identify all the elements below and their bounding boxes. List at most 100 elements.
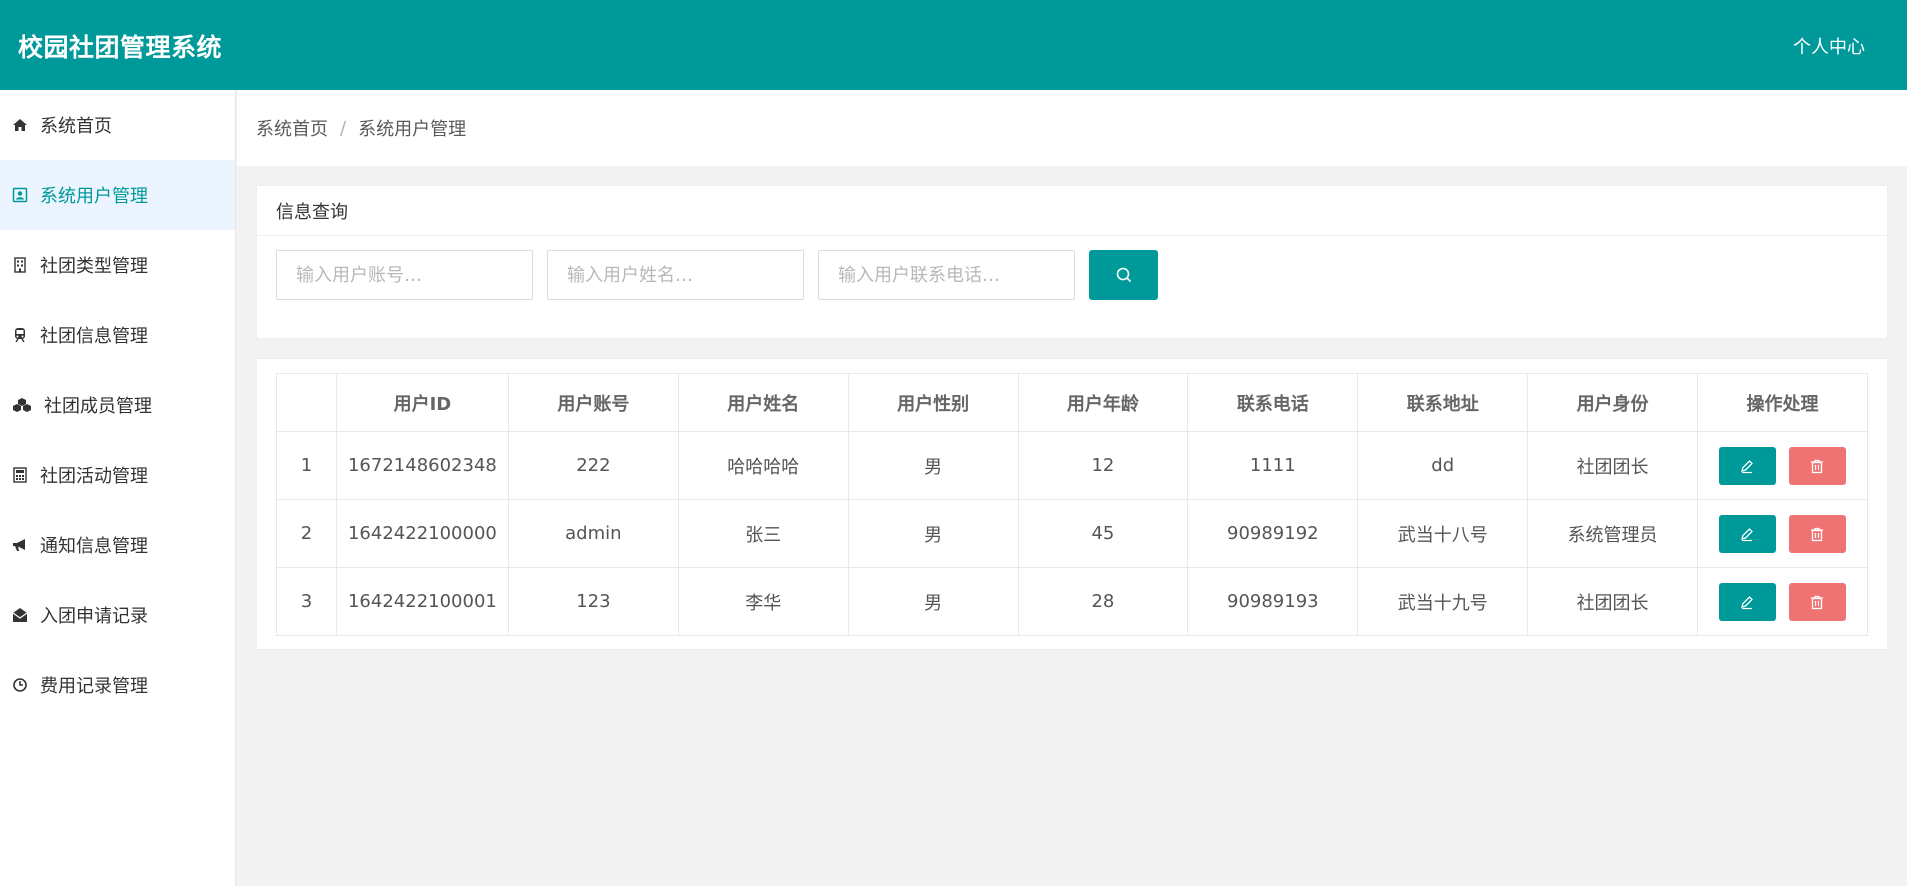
row-index: 3 [276, 567, 337, 636]
edit-icon [1741, 527, 1754, 541]
column-header [276, 373, 337, 432]
cell-name: 李华 [677, 567, 849, 636]
envelope-open-icon [12, 607, 28, 623]
cell-name: 哈哈哈哈 [677, 431, 849, 500]
cell-address: 武当十九号 [1357, 567, 1529, 636]
breadcrumb-separator: / [340, 117, 347, 139]
sidebar-item-club-type[interactable]: 社团类型管理 [0, 230, 235, 300]
cell-role: 社团团长 [1527, 431, 1698, 500]
edit-button[interactable] [1718, 514, 1776, 553]
train-icon [12, 327, 28, 343]
building-icon [12, 257, 28, 273]
cell-gender: 男 [847, 567, 1019, 636]
sidebar: 系统首页 系统用户管理 社团类型管理 社团信息管理 社团成员管理 社团活动管理 [0, 90, 236, 886]
cell-phone: 1111 [1187, 431, 1359, 500]
delete-button[interactable] [1788, 582, 1846, 621]
calculator-icon [12, 467, 28, 483]
sidebar-item-user-management[interactable]: 系统用户管理 [0, 160, 235, 230]
table-row: 2 1642422100000 admin 张三 男 45 90989192 武… [276, 499, 1869, 568]
name-search-input[interactable] [547, 250, 804, 300]
top-header: 校园社团管理系统 个人中心 [0, 0, 1907, 90]
home-icon [12, 117, 28, 133]
column-header: 用户性别 [847, 373, 1019, 432]
app-title: 校园社团管理系统 [18, 33, 223, 62]
breadcrumb: 系统首页 / 系统用户管理 [237, 90, 1907, 166]
sidebar-item-label: 系统用户管理 [40, 186, 148, 207]
search-button[interactable] [1089, 250, 1158, 300]
column-header: 用户账号 [507, 373, 679, 432]
cell-phone: 90989193 [1187, 567, 1359, 636]
sidebar-item-club-activities[interactable]: 社团活动管理 [0, 440, 235, 510]
row-index: 2 [276, 499, 337, 568]
table-row: 3 1642422100001 123 李华 男 28 90989193 武当十… [276, 567, 1869, 636]
cell-user-id: 1642422100000 [335, 499, 509, 568]
sidebar-item-label: 社团信息管理 [40, 326, 148, 347]
user-card-icon [12, 187, 28, 203]
cell-user-id: 1642422100001 [335, 567, 509, 636]
edit-icon [1741, 459, 1754, 473]
trash-icon [1811, 527, 1824, 541]
column-header: 操作处理 [1696, 373, 1869, 432]
cell-name: 张三 [677, 499, 849, 568]
user-center-link[interactable]: 个人中心 [1793, 33, 1865, 59]
cell-account: 123 [507, 567, 679, 636]
edit-button[interactable] [1718, 446, 1776, 485]
sidebar-item-label: 系统首页 [40, 116, 112, 137]
bullhorn-icon [12, 537, 28, 553]
column-header: 用户年龄 [1017, 373, 1189, 432]
cell-user-id: 1672148602348 [335, 431, 509, 500]
table-header-row: 用户ID 用户账号 用户姓名 用户性别 用户年龄 联系电话 联系地址 用户身份 … [276, 373, 1869, 432]
column-header: 用户ID [335, 373, 509, 432]
column-header: 用户身份 [1527, 373, 1698, 432]
sidebar-item-home[interactable]: 系统首页 [0, 90, 235, 160]
breadcrumb-current: 系统用户管理 [358, 119, 467, 140]
cell-role: 社团团长 [1527, 567, 1698, 636]
cell-gender: 男 [847, 431, 1019, 500]
sidebar-item-label: 社团类型管理 [40, 256, 148, 277]
sidebar-item-label: 通知信息管理 [40, 536, 148, 557]
phone-search-input[interactable] [818, 250, 1075, 300]
trash-icon [1811, 595, 1824, 609]
cell-age: 28 [1017, 567, 1189, 636]
search-panel: 信息查询 [256, 185, 1888, 339]
user-table: 用户ID 用户账号 用户姓名 用户性别 用户年龄 联系电话 联系地址 用户身份 … [276, 373, 1869, 636]
sidebar-item-club-info[interactable]: 社团信息管理 [0, 300, 235, 370]
cell-age: 45 [1017, 499, 1189, 568]
cell-account: admin [507, 499, 679, 568]
sidebar-item-application[interactable]: 入团申请记录 [0, 580, 235, 650]
cell-actions [1696, 567, 1869, 636]
cell-role: 系统管理员 [1527, 499, 1698, 568]
column-header: 用户姓名 [677, 373, 849, 432]
row-index: 1 [276, 431, 337, 500]
column-header: 联系地址 [1357, 373, 1529, 432]
account-search-input[interactable] [276, 250, 533, 300]
clock-icon [12, 677, 28, 693]
trash-icon [1811, 459, 1824, 473]
search-panel-title: 信息查询 [257, 186, 1887, 236]
sidebar-item-club-members[interactable]: 社团成员管理 [0, 370, 235, 440]
edit-button[interactable] [1718, 582, 1776, 621]
delete-button[interactable] [1788, 514, 1846, 553]
search-form [276, 250, 1158, 300]
search-icon [1116, 267, 1131, 283]
sidebar-item-notice[interactable]: 通知信息管理 [0, 510, 235, 580]
sidebar-item-label: 费用记录管理 [40, 676, 148, 697]
cubes-icon [12, 397, 32, 413]
user-table-panel: 用户ID 用户账号 用户姓名 用户性别 用户年龄 联系电话 联系地址 用户身份 … [256, 358, 1888, 650]
delete-button[interactable] [1788, 446, 1846, 485]
edit-icon [1741, 595, 1754, 609]
cell-actions [1696, 499, 1869, 568]
main-content: 系统首页 / 系统用户管理 信息查询 用户ID 用户账号 用户姓名 [237, 90, 1907, 886]
cell-phone: 90989192 [1187, 499, 1359, 568]
cell-account: 222 [507, 431, 679, 500]
sidebar-item-label: 社团活动管理 [40, 466, 148, 487]
breadcrumb-home[interactable]: 系统首页 [256, 115, 328, 141]
sidebar-item-fees[interactable]: 费用记录管理 [0, 650, 235, 720]
cell-gender: 男 [847, 499, 1019, 568]
sidebar-item-label: 入团申请记录 [40, 606, 148, 627]
cell-address: dd [1357, 431, 1529, 500]
cell-age: 12 [1017, 431, 1189, 500]
column-header: 联系电话 [1187, 373, 1359, 432]
cell-address: 武当十八号 [1357, 499, 1529, 568]
cell-actions [1696, 431, 1869, 500]
